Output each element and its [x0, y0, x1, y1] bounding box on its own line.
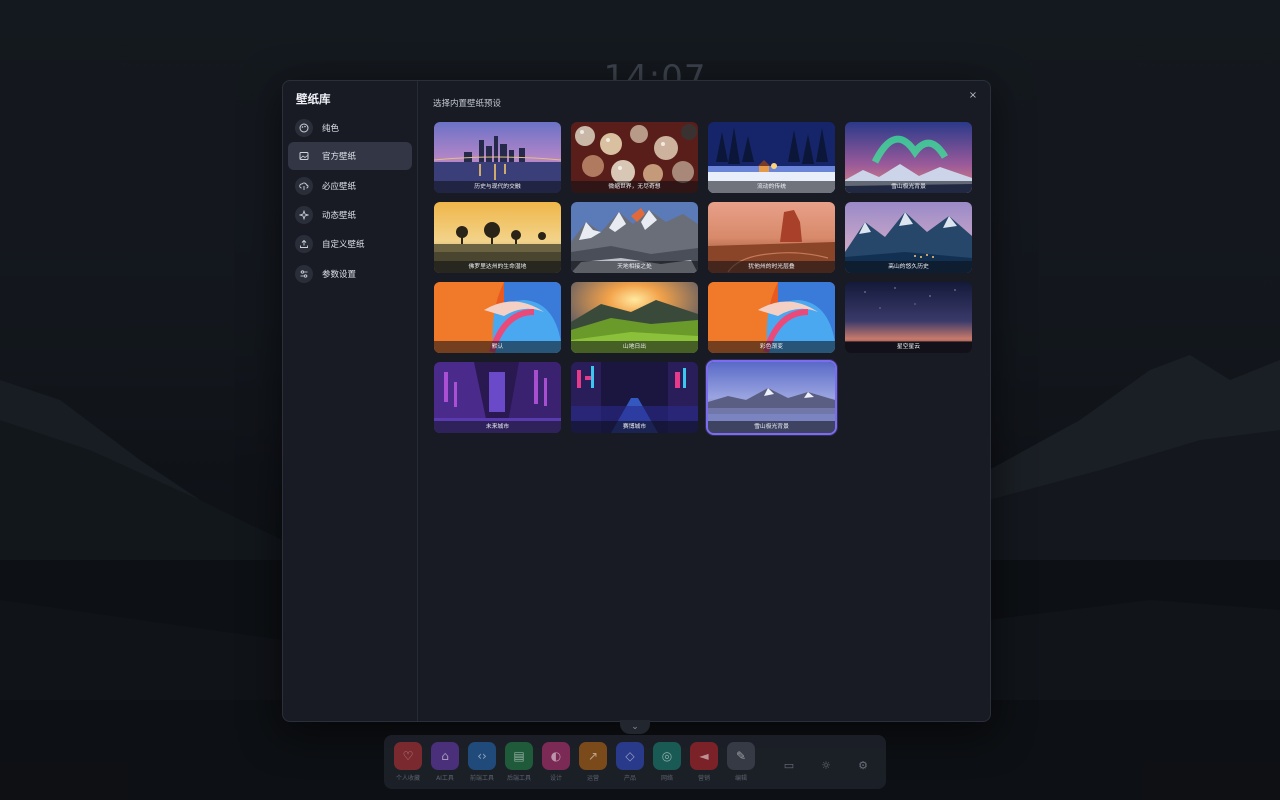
- wallpaper-card[interactable]: 佛罗里达州的生命湿地: [434, 202, 561, 273]
- wallpaper-card[interactable]: 犹他州的时光层叠: [708, 202, 835, 273]
- wallpaper-caption: 流动的传统: [708, 181, 835, 193]
- dock-item-label: AI工具: [436, 775, 454, 782]
- wallpaper-card[interactable]: 默认: [434, 282, 561, 353]
- dock-item[interactable]: ◄ 营销: [689, 742, 719, 782]
- wallpaper-card[interactable]: 星空星云: [845, 282, 972, 353]
- sidebar-item-dynamic-wallpaper[interactable]: 动态壁纸: [288, 201, 412, 229]
- dock-item-label: 个人收藏: [395, 775, 420, 782]
- wallpaper-caption: 雪山极光背景: [708, 421, 835, 433]
- wallpaper-card[interactable]: 流动的传统: [708, 122, 835, 193]
- sidebar-item-label: 动态壁纸: [322, 211, 357, 221]
- wallpaper-library-dialog: 壁纸库 纯色 官方壁纸 必应壁纸 动态壁纸 自定义壁纸 参数设置 × 选择内置壁…: [282, 80, 991, 722]
- sidebar-item-label: 参数设置: [322, 270, 357, 280]
- wallpaper-caption: 微缩世界，无尽奇想: [571, 181, 698, 193]
- dock-item-label: 营销: [697, 775, 710, 782]
- sidebar-item-label: 必应壁纸: [322, 182, 357, 192]
- sidebar: 壁纸库 纯色 官方壁纸 必应壁纸 动态壁纸 自定义壁纸 参数设置: [283, 81, 418, 721]
- wallpaper-card[interactable]: 高山的悠久历史: [845, 202, 972, 273]
- dock-item[interactable]: ◎ 网络: [652, 742, 682, 782]
- close-icon[interactable]: ×: [967, 90, 979, 102]
- wallpaper-card[interactable]: 雪山极光背景: [706, 360, 837, 435]
- wallpaper-caption: 默认: [434, 341, 561, 353]
- wallpaper-caption: 星空星云: [845, 341, 972, 353]
- palette-icon: [295, 119, 313, 137]
- sparkle-icon: [295, 206, 313, 224]
- wallpaper-card[interactable]: 历史与现代的交融: [434, 122, 561, 193]
- dock-item[interactable]: ✎ 编辑: [726, 742, 756, 782]
- wallpaper-card[interactable]: 雪山极光背景: [845, 122, 972, 193]
- trend-icon: ↗: [579, 742, 607, 770]
- globe-icon: ◎: [653, 742, 681, 770]
- wallpaper-card[interactable]: 微缩世界，无尽奇想: [571, 122, 698, 193]
- wallpaper-caption: 山地日出: [571, 341, 698, 353]
- upload-icon: [295, 235, 313, 253]
- dock-item-label: 产品: [623, 775, 636, 782]
- dock-item[interactable]: ⌂ AI工具: [430, 742, 460, 782]
- wallpaper-caption: 历史与现代的交融: [434, 181, 561, 193]
- dock-item[interactable]: ♡ 个人收藏: [393, 742, 423, 782]
- dock-item-label: 后端工具: [506, 775, 531, 782]
- edit-icon: ✎: [727, 742, 755, 770]
- dock-item-label: 编辑: [734, 775, 747, 782]
- sidebar-item-label: 自定义壁纸: [322, 240, 365, 250]
- wallpaper-card[interactable]: 赛博城市: [571, 362, 698, 433]
- dock-item-label: 设计: [549, 775, 562, 782]
- dock-item[interactable]: ◐ 设计: [541, 742, 571, 782]
- dock-item-label: 网络: [660, 775, 673, 782]
- sidebar-item-label: 纯色: [322, 124, 340, 134]
- sun-icon[interactable]: ☼: [819, 759, 833, 773]
- wallpaper-caption: 赛博城市: [571, 421, 698, 433]
- cube-icon: ◇: [616, 742, 644, 770]
- dock: ♡ 个人收藏 ⌂ AI工具 ‹› 前端工具 ▤ 后端工具 ◐ 设计 ↗ 运营 ◇ 产品 ◎ 网络 ◄ 营销 ✎ 编辑 ▭…: [384, 735, 886, 789]
- wallpaper-card[interactable]: 山地日出: [571, 282, 698, 353]
- dock-item[interactable]: ‹› 前端工具: [467, 742, 497, 782]
- dialog-title: 壁纸库: [296, 92, 331, 106]
- dock-item[interactable]: ▤ 后端工具: [504, 742, 534, 782]
- wallpaper-card[interactable]: 未来城市: [434, 362, 561, 433]
- code-icon: ‹›: [468, 742, 496, 770]
- dock-item[interactable]: ◇ 产品: [615, 742, 645, 782]
- wallpaper-card[interactable]: 彩色渐变: [708, 282, 835, 353]
- sidebar-item-solid-color[interactable]: 纯色: [288, 114, 412, 142]
- sidebar-item-bing-wallpaper[interactable]: 必应壁纸: [288, 172, 412, 200]
- folder-icon[interactable]: ▭: [782, 759, 796, 773]
- image-icon: [295, 147, 313, 165]
- wallpaper-caption: 未来城市: [434, 421, 561, 433]
- dock-item[interactable]: ↗ 运营: [578, 742, 608, 782]
- sidebar-item-custom-wallpaper[interactable]: 自定义壁纸: [288, 230, 412, 258]
- wallpaper-card[interactable]: 天地相接之处: [571, 202, 698, 273]
- robot-icon: ⌂: [431, 742, 459, 770]
- palette-icon: ◐: [542, 742, 570, 770]
- cloud-download-icon: [295, 177, 313, 195]
- section-title: 选择内置壁纸预设: [433, 99, 502, 109]
- megaphone-icon: ◄: [690, 742, 718, 770]
- sliders-icon: [295, 265, 313, 283]
- wallpaper-caption: 高山的悠久历史: [845, 261, 972, 273]
- wallpaper-caption: 犹他州的时光层叠: [708, 261, 835, 273]
- wallpaper-caption: 雪山极光背景: [845, 181, 972, 193]
- wallpaper-caption: 佛罗里达州的生命湿地: [434, 261, 561, 273]
- sidebar-item-label: 官方壁纸: [322, 152, 357, 162]
- dock-item-label: 前端工具: [469, 775, 494, 782]
- wallpaper-caption: 彩色渐变: [708, 341, 835, 353]
- dock-toggle-chevron-icon[interactable]: ⌄: [620, 720, 650, 734]
- wallpaper-caption: 天地相接之处: [571, 261, 698, 273]
- sidebar-item-official-wallpaper[interactable]: 官方壁纸: [288, 142, 412, 170]
- heart-icon: ♡: [394, 742, 422, 770]
- server-icon: ▤: [505, 742, 533, 770]
- dock-item-label: 运营: [586, 775, 599, 782]
- settings-icon[interactable]: ⚙: [856, 759, 870, 773]
- sidebar-item-settings[interactable]: 参数设置: [288, 260, 412, 288]
